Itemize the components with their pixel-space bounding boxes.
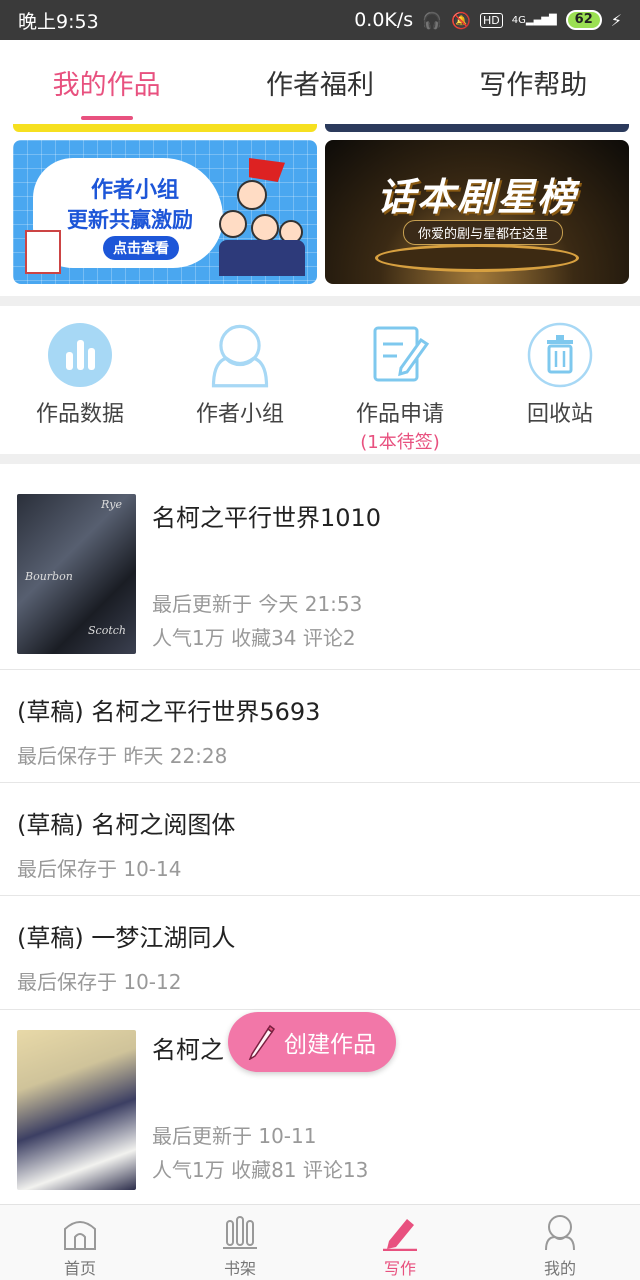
status-time: 晚上9:53 (18, 10, 99, 33)
nav-label: 我的 (543, 1259, 576, 1278)
draft-saved-time: 最后保存于 10-12 (17, 970, 182, 994)
banner-peek-left (13, 124, 317, 132)
author-group-banner[interactable]: 作者小组 更新共赢激励 点击查看 (13, 140, 317, 284)
top-tabs: 我的作品 作者福利 写作帮助 (0, 40, 640, 124)
banner-right-subtitle: 你爱的剧与星都在这里 (403, 220, 564, 245)
quick-action-label: 作品数据 (35, 402, 124, 427)
quick-action-author-group[interactable]: 作者小组 (160, 306, 320, 454)
divider (0, 454, 640, 464)
nav-profile[interactable]: 我的 (480, 1205, 640, 1280)
draft-item[interactable]: (草稿) 名柯之阅图体 最后保存于 10-14 (0, 783, 640, 896)
nav-bookshelf[interactable]: 书架 (160, 1205, 320, 1280)
home-icon (64, 1221, 96, 1250)
work-title: 名柯之 (152, 1036, 224, 1064)
nav-home[interactable]: 首页 (0, 1205, 160, 1280)
work-updated-time: 最后更新于 10-11 (152, 1124, 317, 1148)
quick-action-recycle-bin[interactable]: 回收站 (480, 306, 640, 454)
banner-peek-right (325, 124, 629, 132)
flag-icon (249, 158, 285, 182)
work-title: 名柯之平行世界1010 (152, 504, 382, 532)
work-updated-time: 最后更新于 今天 21:53 (152, 592, 363, 616)
tab-my-works[interactable]: 我的作品 (0, 40, 213, 124)
stage-illustration (375, 244, 579, 272)
quick-actions: 作品数据 作者小组 作品申请 (1本待签) 回收站 (0, 306, 640, 454)
banner-left-line1: 作者小组 (91, 178, 180, 203)
quick-action-works-data[interactable]: 作品数据 (0, 306, 160, 454)
bookshelf-icon (223, 1216, 257, 1249)
drama-ranking-banner[interactable]: 话本剧星榜 你爱的剧与星都在这里 (325, 140, 629, 284)
person-figure (251, 214, 279, 242)
people-bodies (219, 240, 305, 276)
banner-strip: 作者小组 更新共赢激励 点击查看 话本剧星榜 你爱的剧与星都在这里 (0, 124, 640, 296)
network-type: 4G (511, 14, 526, 26)
nav-label: 书架 (223, 1259, 256, 1278)
profile-icon (545, 1215, 575, 1251)
draft-saved-time: 最后保存于 10-14 (17, 857, 182, 881)
bar-chart-icon (48, 323, 112, 387)
headphones-icon: 🎧 (422, 10, 443, 30)
work-cover-image (17, 1030, 136, 1190)
banner-left-line2: 更新共赢激励 (67, 208, 193, 232)
banner-right-title: 话本剧星榜 (376, 175, 577, 219)
charging-icon: ⚡ (610, 10, 622, 30)
hd-icon: HD (480, 12, 503, 28)
battery-icon: 62 (565, 10, 602, 30)
pending-sign-count: (1本待签) (360, 432, 440, 453)
nav-write[interactable]: 写作 (320, 1205, 480, 1280)
quick-action-label: 作品申请 (355, 402, 444, 427)
tab-writing-help[interactable]: 写作帮助 (427, 40, 640, 124)
person-figure (219, 210, 247, 238)
group-icon (211, 324, 269, 388)
banner-view-button[interactable]: 点击查看 (103, 236, 179, 260)
draft-title: (草稿) 一梦江湖同人 (17, 924, 236, 952)
clipboard-icon (25, 230, 61, 274)
cover-text: Rye (101, 498, 122, 511)
cartoon-people-illustration (219, 158, 305, 276)
tab-author-benefits[interactable]: 作者福利 (213, 40, 426, 124)
draft-item[interactable]: (草稿) 名柯之平行世界5693 最后保存于 昨天 22:28 (0, 670, 640, 783)
status-bar: 晚上9:53 0.0K/s 🎧 🔕 HD 4G▂▄▆█ 62 ⚡ (0, 0, 640, 40)
work-stats: 人气1万 收藏81 评论13 (152, 1158, 369, 1182)
draft-title: (草稿) 名柯之平行世界5693 (17, 698, 321, 726)
pencil-icon (248, 1024, 276, 1060)
nav-label: 写作 (383, 1259, 416, 1278)
trash-icon (527, 322, 593, 388)
quick-action-work-application[interactable]: 作品申请 (1本待签) (320, 306, 480, 454)
nav-label: 首页 (63, 1259, 96, 1278)
draft-title: (草稿) 名柯之阅图体 (17, 811, 236, 839)
work-item[interactable]: Rye Bourbon Scotch 名柯之平行世界1010 最后更新于 今天 … (0, 464, 640, 670)
cover-text: Scotch (88, 624, 126, 637)
draft-item[interactable]: (草稿) 一梦江湖同人 最后保存于 10-12 (0, 896, 640, 1010)
draft-saved-time: 最后保存于 昨天 22:28 (17, 744, 228, 768)
signal-icon: 4G▂▄▆█ (511, 14, 557, 26)
pen-icon (383, 1219, 417, 1251)
create-work-button[interactable]: 创建作品 (228, 1012, 396, 1072)
network-speed: 0.0K/s (354, 9, 414, 31)
work-stats: 人气1万 收藏34 评论2 (152, 626, 356, 650)
work-cover-image: Rye Bourbon Scotch (17, 494, 136, 654)
person-figure (237, 180, 267, 210)
edit-document-icon (373, 326, 430, 382)
quick-action-label: 作者小组 (195, 402, 284, 427)
quick-action-label: 回收站 (526, 402, 593, 427)
mute-icon: 🔕 (451, 10, 472, 30)
divider (0, 296, 640, 306)
cover-text: Bourbon (25, 570, 73, 583)
create-work-label: 创建作品 (284, 1032, 376, 1058)
bottom-nav: 首页 书架 写作 我的 (0, 1204, 640, 1280)
